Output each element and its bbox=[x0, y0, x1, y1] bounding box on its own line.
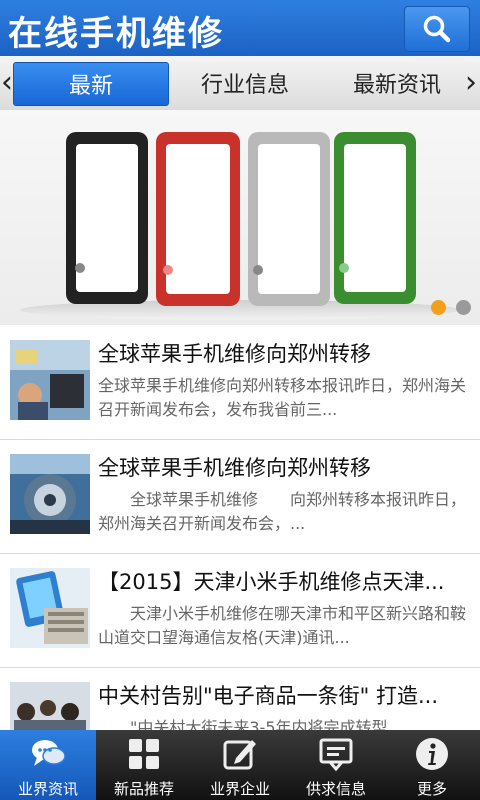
grid-icon bbox=[129, 739, 159, 769]
news-title: 全球苹果手机维修向郑州转移 bbox=[98, 456, 371, 480]
nav-industry-news[interactable]: 业界资讯 bbox=[0, 730, 96, 800]
nav-label: 供求信息 bbox=[305, 780, 366, 798]
nav-enterprises[interactable]: 业界企业 bbox=[192, 730, 288, 800]
tabs-scroll-left-icon[interactable]: ‹ bbox=[1, 66, 13, 100]
chat-bubbles-icon bbox=[32, 740, 66, 766]
list-item[interactable]: 中关村告别"电子商品一条街" 打造... "中关村大街未来3-5年内将完成转型 bbox=[0, 668, 480, 730]
nav-label: 业界企业 bbox=[209, 780, 270, 798]
category-tabs: ‹ 最新 行业信息 最新资讯 › bbox=[0, 56, 480, 111]
search-icon bbox=[423, 15, 451, 43]
news-title: 【2015】天津小米手机维修点天津... bbox=[98, 570, 445, 594]
bottom-navigation: 业界资讯 新品推荐 业界企业 供求信息 更多 bbox=[0, 730, 480, 800]
list-item[interactable]: 【2015】天津小米手机维修点天津... 天津小米手机维修在哪天津市和平区新兴路… bbox=[0, 554, 480, 668]
message-box-icon bbox=[319, 738, 353, 772]
nav-supply-demand[interactable]: 供求信息 bbox=[288, 730, 384, 800]
nav-label: 业界资讯 bbox=[17, 780, 78, 798]
search-button[interactable] bbox=[404, 6, 470, 52]
nav-label: 新品推荐 bbox=[113, 780, 174, 798]
tab-latest-news[interactable]: 最新资讯 bbox=[320, 62, 474, 104]
news-thumbnail bbox=[10, 568, 90, 648]
nav-new-products[interactable]: 新品推荐 bbox=[96, 730, 192, 800]
banner-carousel[interactable] bbox=[0, 110, 480, 325]
news-summary: "中关村大街未来3-5年内将完成转型 bbox=[98, 718, 388, 730]
banner-image bbox=[20, 132, 460, 320]
app-header: 在线手机维修 bbox=[0, 0, 480, 56]
info-icon bbox=[416, 738, 448, 770]
edit-icon bbox=[223, 740, 256, 770]
app-title: 在线手机维修 bbox=[8, 14, 224, 54]
news-summary: 全球苹果手机维修 向郑州转移本报讯昨日，郑州海关召开新闻发布会，... bbox=[98, 490, 467, 533]
carousel-dot[interactable] bbox=[456, 300, 471, 315]
nav-label: 更多 bbox=[416, 780, 447, 798]
list-item[interactable]: 全球苹果手机维修向郑州转移 全球苹果手机维修 向郑州转移本报讯昨日，郑州海关召开… bbox=[0, 440, 480, 554]
nav-more[interactable]: 更多 bbox=[384, 730, 480, 800]
tabs-scroll-right-icon[interactable]: › bbox=[465, 66, 477, 100]
news-summary: 天津小米手机维修在哪天津市和平区新兴路和鞍山道交口望海通信友格(天津)通讯... bbox=[98, 604, 467, 647]
list-item[interactable]: 全球苹果手机维修向郑州转移 全球苹果手机维修向郑州转移本报讯昨日，郑州海关召开新… bbox=[0, 326, 480, 440]
news-thumbnail bbox=[10, 340, 90, 420]
news-thumbnail bbox=[10, 682, 90, 730]
news-list: 全球苹果手机维修向郑州转移 全球苹果手机维修向郑州转移本报讯昨日，郑州海关召开新… bbox=[0, 326, 480, 730]
tab-industry-info[interactable]: 行业信息 bbox=[168, 62, 322, 104]
carousel-dot-active[interactable] bbox=[431, 300, 446, 315]
news-title: 中关村告别"电子商品一条街" 打造... bbox=[98, 684, 439, 708]
tab-latest[interactable]: 最新 bbox=[13, 62, 169, 106]
news-summary: 全球苹果手机维修向郑州转移本报讯昨日，郑州海关召开新闻发布会，发布我省前三... bbox=[98, 376, 467, 419]
news-thumbnail bbox=[10, 454, 90, 534]
news-title: 全球苹果手机维修向郑州转移 bbox=[98, 342, 371, 366]
